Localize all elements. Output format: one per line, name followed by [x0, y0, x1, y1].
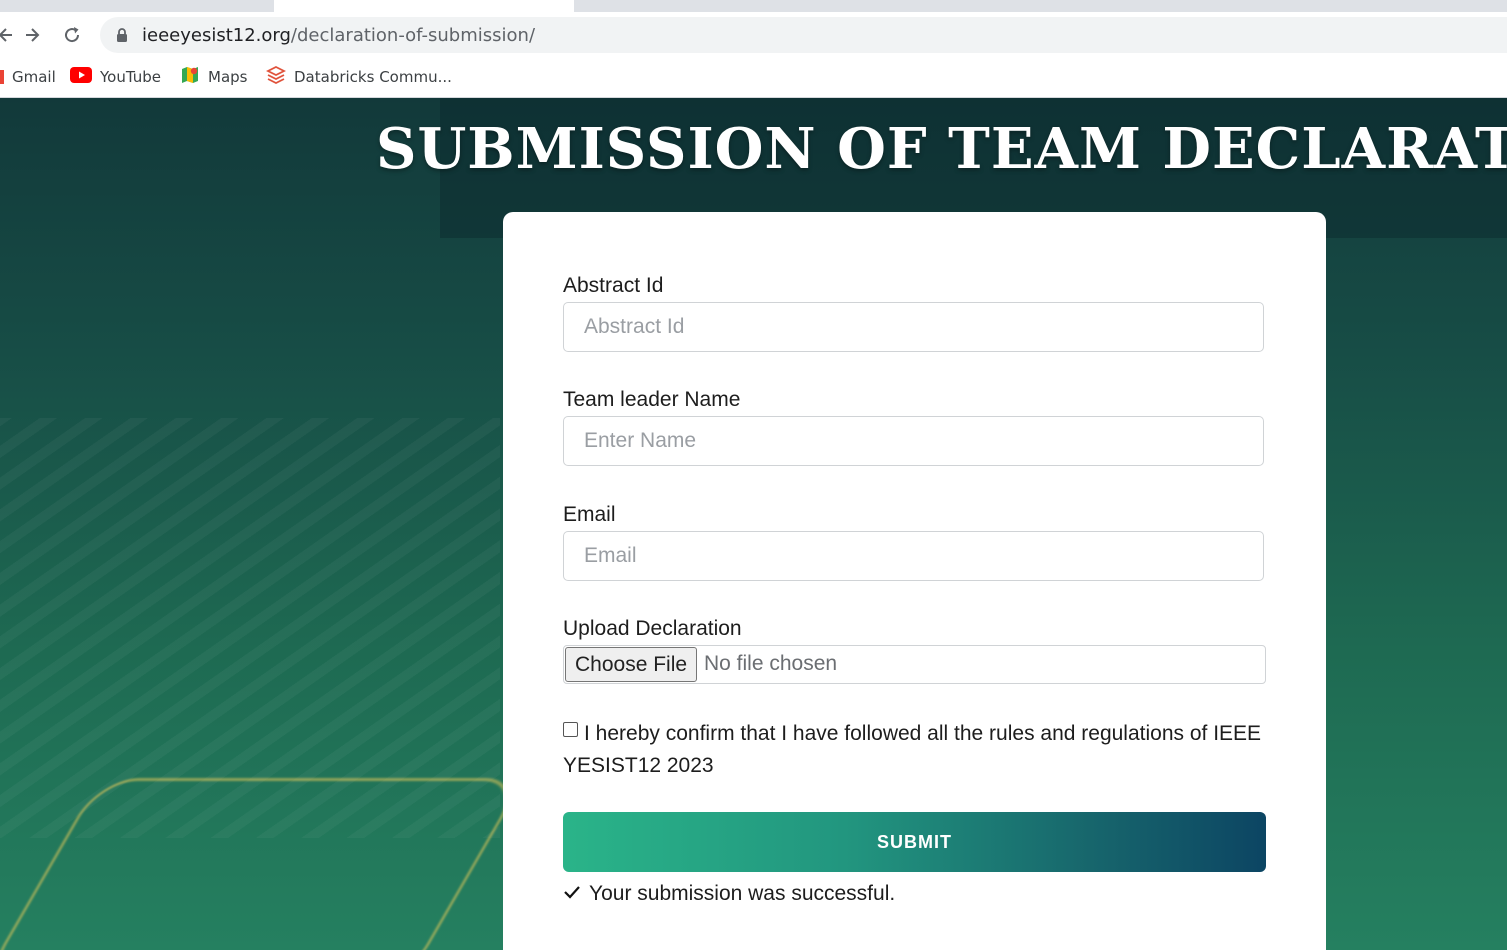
bookmark-label: YouTube: [100, 68, 161, 86]
choose-file-button[interactable]: Choose File: [565, 647, 698, 682]
lock-icon[interactable]: [116, 28, 128, 48]
team-leader-input[interactable]: [563, 416, 1264, 466]
abstract-id-label: Abstract Id: [563, 274, 664, 297]
hero-background: SUBMISSION OF TEAM DECLARATION Abstract …: [0, 98, 1507, 950]
bookmark-label: Maps: [208, 68, 248, 86]
confirm-row: I hereby confirm that I have followed al…: [563, 718, 1263, 782]
forward-icon[interactable]: [18, 20, 48, 50]
address-bar[interactable]: ieeeyesist12.org/declaration-of-submissi…: [100, 17, 1507, 53]
email-label: Email: [563, 503, 616, 526]
abstract-id-input[interactable]: [563, 302, 1264, 352]
maps-icon: [180, 65, 200, 89]
browser-toolbar: ieeeyesist12.org/declaration-of-submissi…: [0, 12, 1507, 58]
file-status-text: No file chosen: [704, 652, 838, 675]
background-keyboard-image: [0, 418, 500, 838]
tab-strip: [0, 0, 1507, 12]
youtube-icon: [70, 67, 92, 87]
url-text[interactable]: ieeeyesist12.org/declaration-of-submissi…: [142, 25, 535, 46]
databricks-icon: [265, 65, 287, 89]
file-upload-field: Choose File No file chosen: [563, 645, 1266, 684]
tab-active[interactable]: [274, 0, 574, 12]
bookmark-youtube[interactable]: YouTube: [70, 66, 161, 88]
reload-icon[interactable]: [57, 20, 87, 50]
bookmark-label: Databricks Commu...: [294, 68, 452, 86]
back-icon[interactable]: [0, 20, 20, 50]
bookmark-maps[interactable]: Maps: [180, 66, 247, 88]
email-input[interactable]: [563, 531, 1264, 581]
tab-inactive[interactable]: [0, 0, 274, 12]
success-message: Your submission was successful.: [563, 882, 895, 906]
check-icon: [563, 882, 581, 906]
bookmark-databricks[interactable]: Databricks Commu...: [265, 65, 452, 89]
success-text: Your submission was successful.: [589, 882, 896, 905]
confirm-checkbox[interactable]: [563, 722, 578, 737]
bookmark-label: Gmail: [12, 68, 56, 86]
declaration-form: Abstract Id Team leader Name Email Uploa…: [503, 212, 1326, 950]
bookmark-gmail[interactable]: Gmail: [0, 66, 56, 88]
page-title: SUBMISSION OF TEAM DECLARATION: [376, 116, 1507, 182]
gmail-icon: [0, 70, 4, 84]
upload-label: Upload Declaration: [563, 617, 742, 640]
team-leader-label: Team leader Name: [563, 388, 741, 411]
submit-button[interactable]: SUBMIT: [563, 812, 1266, 872]
bookmarks-bar: Gmail YouTube Maps Databricks Commu...: [0, 58, 1507, 98]
confirm-label: I hereby confirm that I have followed al…: [563, 722, 1262, 777]
